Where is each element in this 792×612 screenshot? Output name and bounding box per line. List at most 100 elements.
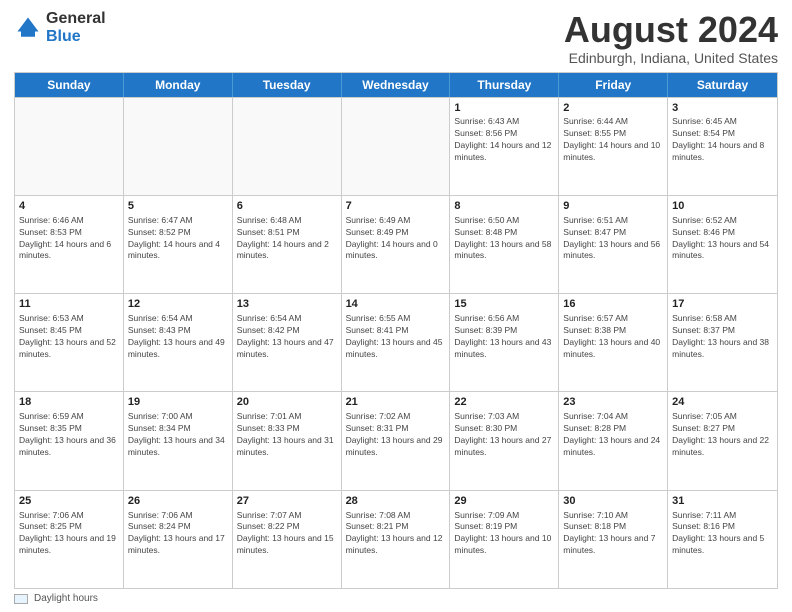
day-number: 3 [672, 101, 773, 116]
calendar-row-5: 25Sunrise: 7:06 AM Sunset: 8:25 PM Dayli… [15, 490, 777, 588]
day-number: 17 [672, 297, 773, 312]
day-cell-4: 4Sunrise: 6:46 AM Sunset: 8:53 PM Daylig… [15, 196, 124, 293]
day-info: Sunrise: 6:55 AM Sunset: 8:41 PM Dayligh… [346, 313, 446, 361]
day-of-week-monday: Monday [124, 73, 233, 97]
calendar-row-2: 4Sunrise: 6:46 AM Sunset: 8:53 PM Daylig… [15, 195, 777, 293]
page-header: General Blue August 2024 Edinburgh, Indi… [14, 10, 778, 66]
day-number: 8 [454, 199, 554, 214]
day-info: Sunrise: 7:06 AM Sunset: 8:24 PM Dayligh… [128, 510, 228, 558]
day-number: 6 [237, 199, 337, 214]
day-info: Sunrise: 6:48 AM Sunset: 8:51 PM Dayligh… [237, 215, 337, 263]
day-number: 28 [346, 494, 446, 509]
day-info: Sunrise: 6:50 AM Sunset: 8:48 PM Dayligh… [454, 215, 554, 263]
day-cell-31: 31Sunrise: 7:11 AM Sunset: 8:16 PM Dayli… [668, 491, 777, 588]
day-cell-16: 16Sunrise: 6:57 AM Sunset: 8:38 PM Dayli… [559, 294, 668, 391]
day-info: Sunrise: 6:57 AM Sunset: 8:38 PM Dayligh… [563, 313, 663, 361]
day-number: 1 [454, 101, 554, 116]
day-number: 11 [19, 297, 119, 312]
day-info: Sunrise: 7:06 AM Sunset: 8:25 PM Dayligh… [19, 510, 119, 558]
day-info: Sunrise: 7:11 AM Sunset: 8:16 PM Dayligh… [672, 510, 773, 558]
day-info: Sunrise: 7:03 AM Sunset: 8:30 PM Dayligh… [454, 411, 554, 459]
day-cell-21: 21Sunrise: 7:02 AM Sunset: 8:31 PM Dayli… [342, 392, 451, 489]
day-number: 4 [19, 199, 119, 214]
day-info: Sunrise: 7:09 AM Sunset: 8:19 PM Dayligh… [454, 510, 554, 558]
logo-general-text: General [46, 10, 106, 28]
day-cell-7: 7Sunrise: 6:49 AM Sunset: 8:49 PM Daylig… [342, 196, 451, 293]
day-cell-12: 12Sunrise: 6:54 AM Sunset: 8:43 PM Dayli… [124, 294, 233, 391]
day-number: 10 [672, 199, 773, 214]
day-info: Sunrise: 6:46 AM Sunset: 8:53 PM Dayligh… [19, 215, 119, 263]
day-number: 20 [237, 395, 337, 410]
day-info: Sunrise: 7:04 AM Sunset: 8:28 PM Dayligh… [563, 411, 663, 459]
day-number: 12 [128, 297, 228, 312]
day-number: 29 [454, 494, 554, 509]
day-cell-9: 9Sunrise: 6:51 AM Sunset: 8:47 PM Daylig… [559, 196, 668, 293]
day-info: Sunrise: 7:08 AM Sunset: 8:21 PM Dayligh… [346, 510, 446, 558]
day-cell-23: 23Sunrise: 7:04 AM Sunset: 8:28 PM Dayli… [559, 392, 668, 489]
day-cell-13: 13Sunrise: 6:54 AM Sunset: 8:42 PM Dayli… [233, 294, 342, 391]
footer: Daylight hours [14, 593, 778, 604]
day-cell-29: 29Sunrise: 7:09 AM Sunset: 8:19 PM Dayli… [450, 491, 559, 588]
day-info: Sunrise: 6:45 AM Sunset: 8:54 PM Dayligh… [672, 116, 773, 164]
day-number: 19 [128, 395, 228, 410]
day-info: Sunrise: 6:51 AM Sunset: 8:47 PM Dayligh… [563, 215, 663, 263]
day-number: 30 [563, 494, 663, 509]
day-info: Sunrise: 7:01 AM Sunset: 8:33 PM Dayligh… [237, 411, 337, 459]
day-cell-15: 15Sunrise: 6:56 AM Sunset: 8:39 PM Dayli… [450, 294, 559, 391]
day-info: Sunrise: 6:52 AM Sunset: 8:46 PM Dayligh… [672, 215, 773, 263]
day-info: Sunrise: 7:07 AM Sunset: 8:22 PM Dayligh… [237, 510, 337, 558]
day-cell-24: 24Sunrise: 7:05 AM Sunset: 8:27 PM Dayli… [668, 392, 777, 489]
day-cell-28: 28Sunrise: 7:08 AM Sunset: 8:21 PM Dayli… [342, 491, 451, 588]
day-cell-2: 2Sunrise: 6:44 AM Sunset: 8:55 PM Daylig… [559, 98, 668, 195]
day-number: 5 [128, 199, 228, 214]
day-cell-14: 14Sunrise: 6:55 AM Sunset: 8:41 PM Dayli… [342, 294, 451, 391]
day-cell-25: 25Sunrise: 7:06 AM Sunset: 8:25 PM Dayli… [15, 491, 124, 588]
day-cell-11: 11Sunrise: 6:53 AM Sunset: 8:45 PM Dayli… [15, 294, 124, 391]
day-number: 16 [563, 297, 663, 312]
day-cell-18: 18Sunrise: 6:59 AM Sunset: 8:35 PM Dayli… [15, 392, 124, 489]
day-cell-27: 27Sunrise: 7:07 AM Sunset: 8:22 PM Dayli… [233, 491, 342, 588]
day-info: Sunrise: 6:54 AM Sunset: 8:42 PM Dayligh… [237, 313, 337, 361]
day-number: 23 [563, 395, 663, 410]
calendar-header: SundayMondayTuesdayWednesdayThursdayFrid… [15, 73, 777, 97]
day-number: 26 [128, 494, 228, 509]
day-cell-30: 30Sunrise: 7:10 AM Sunset: 8:18 PM Dayli… [559, 491, 668, 588]
empty-cell [233, 98, 342, 195]
day-number: 2 [563, 101, 663, 116]
day-of-week-saturday: Saturday [668, 73, 777, 97]
day-of-week-friday: Friday [559, 73, 668, 97]
day-cell-5: 5Sunrise: 6:47 AM Sunset: 8:52 PM Daylig… [124, 196, 233, 293]
day-of-week-thursday: Thursday [450, 73, 559, 97]
day-number: 13 [237, 297, 337, 312]
day-info: Sunrise: 6:49 AM Sunset: 8:49 PM Dayligh… [346, 215, 446, 263]
logo: General Blue [14, 10, 106, 45]
day-info: Sunrise: 6:54 AM Sunset: 8:43 PM Dayligh… [128, 313, 228, 361]
empty-cell [124, 98, 233, 195]
day-number: 27 [237, 494, 337, 509]
empty-cell [15, 98, 124, 195]
day-cell-17: 17Sunrise: 6:58 AM Sunset: 8:37 PM Dayli… [668, 294, 777, 391]
legend-box [14, 594, 28, 604]
day-number: 25 [19, 494, 119, 509]
day-number: 24 [672, 395, 773, 410]
calendar: SundayMondayTuesdayWednesdayThursdayFrid… [14, 72, 778, 589]
legend-label: Daylight hours [34, 593, 98, 604]
day-cell-8: 8Sunrise: 6:50 AM Sunset: 8:48 PM Daylig… [450, 196, 559, 293]
calendar-row-1: 1Sunrise: 6:43 AM Sunset: 8:56 PM Daylig… [15, 97, 777, 195]
day-of-week-sunday: Sunday [15, 73, 124, 97]
day-info: Sunrise: 7:10 AM Sunset: 8:18 PM Dayligh… [563, 510, 663, 558]
day-number: 7 [346, 199, 446, 214]
day-info: Sunrise: 6:56 AM Sunset: 8:39 PM Dayligh… [454, 313, 554, 361]
day-info: Sunrise: 6:58 AM Sunset: 8:37 PM Dayligh… [672, 313, 773, 361]
day-info: Sunrise: 6:47 AM Sunset: 8:52 PM Dayligh… [128, 215, 228, 263]
day-number: 14 [346, 297, 446, 312]
title-block: August 2024 Edinburgh, Indiana, United S… [564, 10, 778, 66]
logo-text: General Blue [46, 10, 106, 45]
day-number: 22 [454, 395, 554, 410]
calendar-row-4: 18Sunrise: 6:59 AM Sunset: 8:35 PM Dayli… [15, 391, 777, 489]
day-info: Sunrise: 7:02 AM Sunset: 8:31 PM Dayligh… [346, 411, 446, 459]
day-cell-22: 22Sunrise: 7:03 AM Sunset: 8:30 PM Dayli… [450, 392, 559, 489]
day-cell-1: 1Sunrise: 6:43 AM Sunset: 8:56 PM Daylig… [450, 98, 559, 195]
day-number: 31 [672, 494, 773, 509]
day-of-week-tuesday: Tuesday [233, 73, 342, 97]
